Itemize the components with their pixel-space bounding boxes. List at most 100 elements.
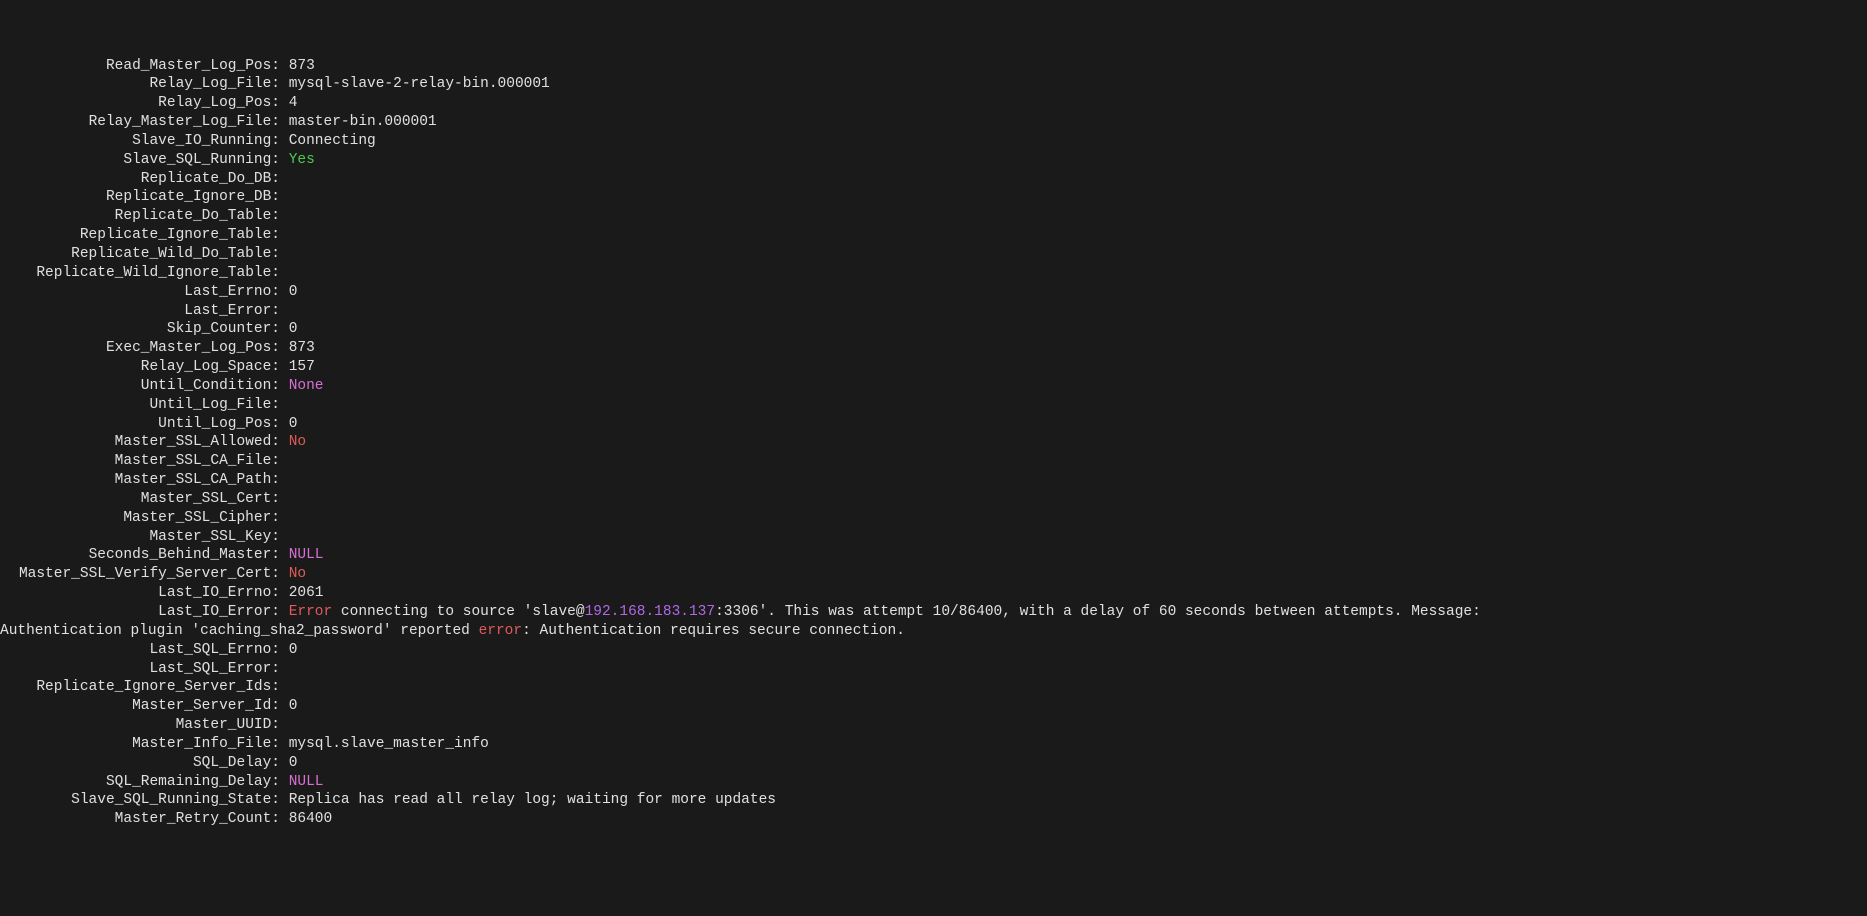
status-row: SQL_Delay: 0 (0, 754, 1867, 773)
status-value: Authentication plugin 'caching_sha2_pass… (0, 623, 479, 639)
status-label: Last_SQL_Errno: (0, 641, 280, 660)
status-label: Master_SSL_Cert: (0, 490, 280, 509)
status-label: Master_SSL_Key: (0, 528, 280, 547)
status-label: SQL_Remaining_Delay: (0, 773, 280, 792)
status-row: Exec_Master_Log_Pos: 873 (0, 339, 1867, 358)
status-value: Replica has read all relay log; waiting … (289, 792, 776, 808)
status-label: Last_Errno: (0, 283, 280, 302)
status-row: Replicate_Do_Table: (0, 207, 1867, 226)
status-row: Until_Condition: None (0, 377, 1867, 396)
status-value: Error (289, 604, 333, 620)
status-label: Replicate_Do_Table: (0, 207, 280, 226)
status-label: Last_IO_Errno: (0, 584, 280, 603)
status-value: 0 (289, 416, 298, 432)
status-label: Master_SSL_CA_File: (0, 452, 280, 471)
status-value: master-bin.000001 (289, 114, 437, 130)
status-label: Master_SSL_Cipher: (0, 509, 280, 528)
status-value: 2061 (289, 585, 324, 601)
status-row: Last_Errno: 0 (0, 283, 1867, 302)
status-value: : Authentication requires secure connect… (522, 623, 905, 639)
status-value: Connecting (289, 133, 376, 149)
status-label: Slave_IO_Running: (0, 132, 280, 151)
status-row: Master_SSL_Key: (0, 528, 1867, 547)
status-value: Yes (289, 152, 315, 168)
status-row: Replicate_Wild_Do_Table: (0, 245, 1867, 264)
status-row: Seconds_Behind_Master: NULL (0, 546, 1867, 565)
status-row: Master_SSL_CA_File: (0, 452, 1867, 471)
status-row: Skip_Counter: 0 (0, 320, 1867, 339)
status-label: Last_IO_Error: (0, 603, 280, 622)
status-row: Relay_Log_Space: 157 (0, 358, 1867, 377)
status-value: connecting to source 'slave@ (332, 604, 584, 620)
status-row: Master_SSL_Allowed: No (0, 433, 1867, 452)
status-value: 0 (289, 698, 298, 714)
status-label: Until_Log_Pos: (0, 415, 280, 434)
status-row: Master_Retry_Count: 86400 (0, 810, 1867, 829)
status-row: Last_IO_Errno: 2061 (0, 584, 1867, 603)
status-label: Master_UUID: (0, 716, 280, 735)
status-label: Relay_Log_File: (0, 75, 280, 94)
status-row: Master_SSL_Cert: (0, 490, 1867, 509)
status-label: Relay_Log_Space: (0, 358, 280, 377)
status-row: Replicate_Ignore_Table: (0, 226, 1867, 245)
status-row: Master_UUID: (0, 716, 1867, 735)
status-value: No (289, 434, 306, 450)
status-row: Slave_SQL_Running: Yes (0, 151, 1867, 170)
status-label: Master_Server_Id: (0, 697, 280, 716)
status-label: Replicate_Do_DB: (0, 170, 280, 189)
status-value: None (289, 378, 324, 394)
status-value: 0 (289, 642, 298, 658)
status-label: Relay_Master_Log_File: (0, 113, 280, 132)
status-row: Master_SSL_CA_Path: (0, 471, 1867, 490)
status-label: Until_Condition: (0, 377, 280, 396)
status-value: No (289, 566, 306, 582)
status-value: error (479, 623, 523, 639)
status-value: 0 (289, 284, 298, 300)
status-label: Slave_SQL_Running_State: (0, 791, 280, 810)
status-row: SQL_Remaining_Delay: NULL (0, 773, 1867, 792)
status-label: Slave_SQL_Running: (0, 151, 280, 170)
status-row: Until_Log_Pos: 0 (0, 415, 1867, 434)
status-value: mysql-slave-2-relay-bin.000001 (289, 76, 550, 92)
status-label: Last_Error: (0, 302, 280, 321)
terminal-output[interactable]: Read_Master_Log_Pos: 873Relay_Log_File: … (0, 57, 1867, 830)
status-label: Master_Retry_Count: (0, 810, 280, 829)
status-label: Master_SSL_CA_Path: (0, 471, 280, 490)
status-row: Master_SSL_Cipher: (0, 509, 1867, 528)
status-row: Master_SSL_Verify_Server_Cert: No (0, 565, 1867, 584)
status-label: Read_Master_Log_Pos: (0, 57, 280, 76)
status-label: SQL_Delay: (0, 754, 280, 773)
status-label: Relay_Log_Pos: (0, 94, 280, 113)
status-label: Master_SSL_Verify_Server_Cert: (0, 565, 280, 584)
status-label: Master_SSL_Allowed: (0, 433, 280, 452)
status-row: Slave_SQL_Running_State: Replica has rea… (0, 791, 1867, 810)
status-label: Seconds_Behind_Master: (0, 546, 280, 565)
status-label: Master_Info_File: (0, 735, 280, 754)
status-row: Last_SQL_Errno: 0 (0, 641, 1867, 660)
status-value: 0 (289, 321, 298, 337)
status-row: Relay_Log_Pos: 4 (0, 94, 1867, 113)
status-value: 86400 (289, 811, 333, 827)
status-row: Master_Server_Id: 0 (0, 697, 1867, 716)
status-row: Relay_Master_Log_File: master-bin.000001 (0, 113, 1867, 132)
status-row: Last_SQL_Error: (0, 660, 1867, 679)
status-value: NULL (289, 547, 324, 563)
status-label: Until_Log_File: (0, 396, 280, 415)
status-row: Read_Master_Log_Pos: 873 (0, 57, 1867, 76)
status-row: Replicate_Wild_Ignore_Table: (0, 264, 1867, 283)
status-label: Exec_Master_Log_Pos: (0, 339, 280, 358)
status-value: 873 (289, 340, 315, 356)
status-row: Slave_IO_Running: Connecting (0, 132, 1867, 151)
status-row: Last_Error: (0, 302, 1867, 321)
status-value: 873 (289, 58, 315, 74)
status-value: NULL (289, 774, 324, 790)
status-label: Replicate_Wild_Do_Table: (0, 245, 280, 264)
status-value: 0 (289, 755, 298, 771)
status-label: Replicate_Wild_Ignore_Table: (0, 264, 280, 283)
status-label: Last_SQL_Error: (0, 660, 280, 679)
status-row: Master_Info_File: mysql.slave_master_inf… (0, 735, 1867, 754)
status-row: Replicate_Ignore_Server_Ids: (0, 678, 1867, 697)
status-value: mysql.slave_master_info (289, 736, 489, 752)
status-value: :3306'. This was attempt 10/86400, with … (715, 604, 1481, 620)
status-value: 4 (289, 95, 298, 111)
